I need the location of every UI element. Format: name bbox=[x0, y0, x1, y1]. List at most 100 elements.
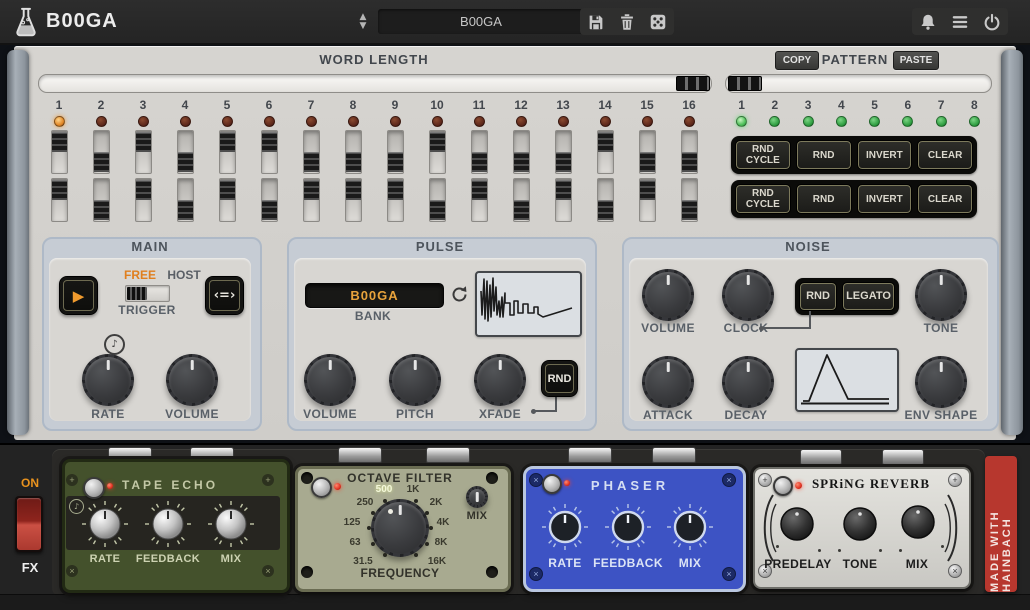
trigger-free-label[interactable]: FREE bbox=[120, 268, 160, 282]
noise-legato-button[interactable]: LEGATO bbox=[842, 282, 895, 311]
bit-slider-handle[interactable] bbox=[682, 200, 697, 220]
phaser-feedback-knob[interactable] bbox=[600, 499, 656, 555]
rnd-button[interactable]: RND bbox=[796, 184, 852, 214]
save-button[interactable] bbox=[582, 9, 610, 34]
bit-slider-handle[interactable] bbox=[472, 152, 487, 172]
bit-slider-handle[interactable] bbox=[304, 152, 319, 172]
bit-slider-handle[interactable] bbox=[220, 132, 235, 152]
bit-slider-handle[interactable] bbox=[430, 132, 445, 152]
octave-filter-power-button[interactable] bbox=[311, 477, 332, 498]
bit-slider[interactable] bbox=[261, 178, 278, 222]
trigger-mode-switch[interactable] bbox=[125, 285, 170, 302]
bit-slider-handle[interactable] bbox=[178, 200, 193, 220]
bit-slider[interactable] bbox=[93, 130, 110, 174]
tape-echo-rate-knob[interactable] bbox=[79, 498, 131, 550]
noise-env-shape-knob[interactable] bbox=[915, 356, 967, 408]
bit-slider-handle[interactable] bbox=[304, 180, 319, 200]
random-preset-button[interactable] bbox=[644, 9, 672, 34]
word-length-slider-handle[interactable] bbox=[676, 76, 710, 91]
main-rate-knob[interactable] bbox=[82, 354, 134, 406]
preset-stepper[interactable]: ▲ ▼ bbox=[352, 9, 374, 35]
bit-slider[interactable] bbox=[681, 130, 698, 174]
preset-name-field[interactable]: B00GA bbox=[378, 9, 584, 34]
pulse-volume-knob[interactable] bbox=[304, 354, 356, 406]
notifications-button[interactable] bbox=[914, 9, 942, 34]
spring-tone-knob[interactable] bbox=[838, 502, 882, 546]
tape-echo-mix-knob[interactable] bbox=[205, 498, 257, 550]
bit-slider[interactable] bbox=[681, 178, 698, 222]
bit-slider[interactable] bbox=[135, 130, 152, 174]
bit-slider-handle[interactable] bbox=[598, 132, 613, 152]
octave-mix-knob[interactable] bbox=[466, 486, 488, 508]
bit-slider[interactable] bbox=[51, 130, 68, 174]
bit-slider[interactable] bbox=[261, 130, 278, 174]
noise-rnd-button[interactable]: RND bbox=[799, 282, 837, 311]
reload-bank-icon[interactable] bbox=[449, 284, 470, 305]
bit-slider-handle[interactable] bbox=[556, 180, 571, 200]
bit-slider[interactable] bbox=[219, 130, 236, 174]
bit-slider-handle[interactable] bbox=[94, 152, 109, 172]
pulse-pitch-knob[interactable] bbox=[389, 354, 441, 406]
bit-slider[interactable] bbox=[303, 178, 320, 222]
bit-slider-handle[interactable] bbox=[52, 132, 67, 152]
noise-volume-knob[interactable] bbox=[642, 269, 694, 321]
bit-slider-handle[interactable] bbox=[472, 180, 487, 200]
bit-slider-handle[interactable] bbox=[346, 152, 361, 172]
tape-echo-power-button[interactable] bbox=[83, 477, 105, 499]
rnd-cycle-button[interactable]: RND CYCLE bbox=[735, 184, 791, 214]
bit-slider[interactable] bbox=[471, 130, 488, 174]
bit-slider-handle[interactable] bbox=[94, 200, 109, 220]
menu-button[interactable] bbox=[946, 9, 974, 34]
bit-slider-handle[interactable] bbox=[262, 200, 277, 220]
bit-slider-handle[interactable] bbox=[346, 180, 361, 200]
noise-attack-knob[interactable] bbox=[642, 356, 694, 408]
bit-slider[interactable] bbox=[135, 178, 152, 222]
bit-slider-handle[interactable] bbox=[136, 132, 151, 152]
note-sync-icon[interactable]: ♪ bbox=[104, 334, 125, 355]
bit-slider-handle[interactable] bbox=[220, 180, 235, 200]
bit-slider-handle[interactable] bbox=[388, 152, 403, 172]
sync-button[interactable]: ‹=› bbox=[205, 276, 244, 315]
bit-slider[interactable] bbox=[177, 130, 194, 174]
rnd-cycle-button[interactable]: RND CYCLE bbox=[735, 140, 791, 170]
bit-slider[interactable] bbox=[597, 130, 614, 174]
noise-tone-knob[interactable] bbox=[915, 269, 967, 321]
bank-selector-display[interactable]: B00GA bbox=[305, 283, 444, 308]
invert-button[interactable]: INVERT bbox=[857, 184, 913, 214]
bit-slider-handle[interactable] bbox=[430, 200, 445, 220]
spring-mix-knob[interactable] bbox=[896, 500, 940, 544]
trigger-host-label[interactable]: HOST bbox=[163, 268, 205, 282]
bit-slider-handle[interactable] bbox=[682, 152, 697, 172]
phaser-power-button[interactable] bbox=[542, 474, 562, 494]
pattern-slider[interactable] bbox=[725, 74, 992, 93]
bit-slider[interactable] bbox=[471, 178, 488, 222]
pattern-copy-button[interactable]: COPY bbox=[775, 51, 819, 70]
delete-preset-button[interactable] bbox=[613, 9, 641, 34]
bit-slider[interactable] bbox=[345, 130, 362, 174]
invert-button[interactable]: INVERT bbox=[857, 140, 913, 170]
bit-slider[interactable] bbox=[303, 130, 320, 174]
bit-slider-handle[interactable] bbox=[598, 200, 613, 220]
trigger-switch-handle[interactable] bbox=[127, 287, 147, 300]
bit-slider-handle[interactable] bbox=[388, 180, 403, 200]
bit-slider[interactable] bbox=[51, 178, 68, 222]
tape-echo-feedback-knob[interactable] bbox=[142, 498, 194, 550]
bit-slider[interactable] bbox=[513, 178, 530, 222]
bit-slider[interactable] bbox=[387, 178, 404, 222]
clear-button[interactable]: CLEAR bbox=[917, 140, 973, 170]
pulse-rnd-button[interactable]: RND bbox=[541, 360, 578, 397]
noise-clock-knob[interactable] bbox=[722, 269, 774, 321]
bit-slider[interactable] bbox=[387, 130, 404, 174]
bit-slider[interactable] bbox=[513, 130, 530, 174]
bit-slider[interactable] bbox=[429, 178, 446, 222]
rnd-button[interactable]: RND bbox=[796, 140, 852, 170]
bit-slider[interactable] bbox=[93, 178, 110, 222]
phaser-mix-knob[interactable] bbox=[662, 499, 718, 555]
word-length-slider[interactable] bbox=[38, 74, 712, 93]
bit-slider[interactable] bbox=[597, 178, 614, 222]
bit-slider-handle[interactable] bbox=[178, 152, 193, 172]
bit-slider-handle[interactable] bbox=[52, 180, 67, 200]
bit-slider[interactable] bbox=[345, 178, 362, 222]
bit-slider[interactable] bbox=[639, 130, 656, 174]
spring-predelay-knob[interactable] bbox=[775, 502, 819, 546]
